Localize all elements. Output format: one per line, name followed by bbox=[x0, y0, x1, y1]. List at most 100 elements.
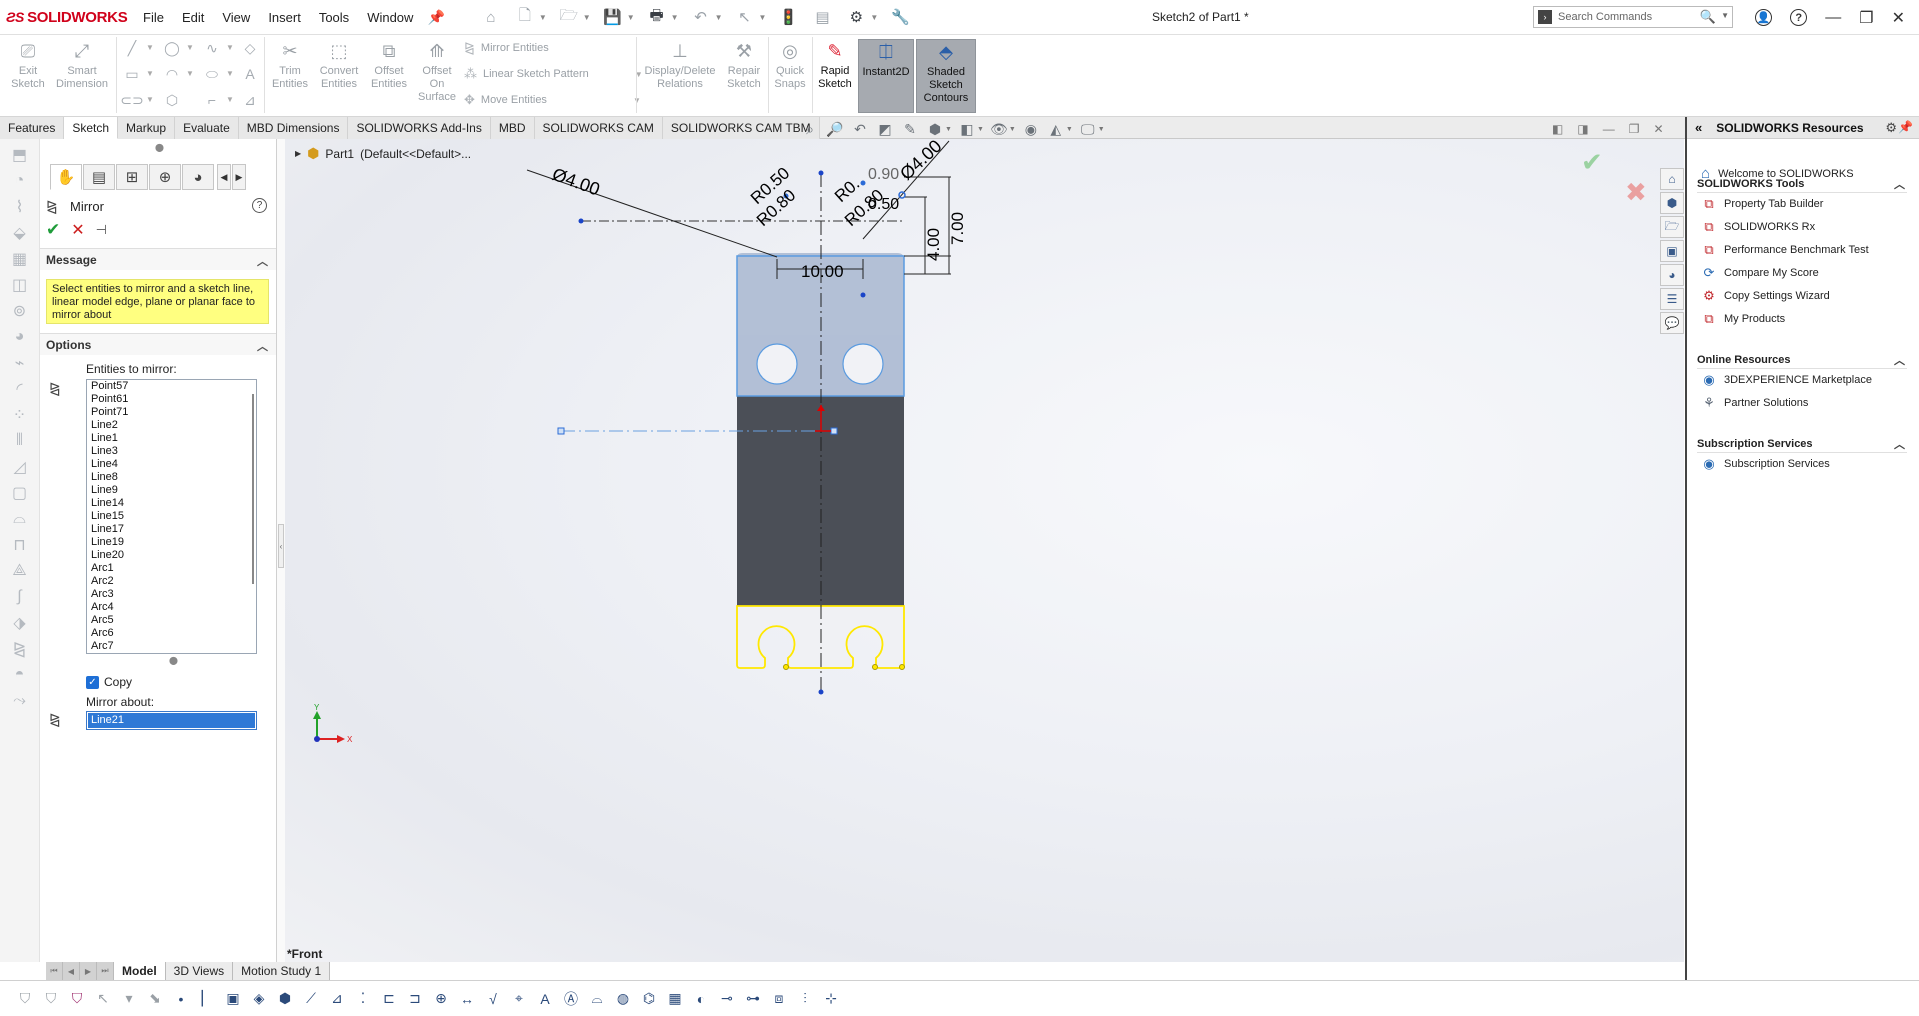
mirror-about-field[interactable]: Line21 bbox=[86, 711, 257, 730]
wrap-icon[interactable]: ⌓ bbox=[10, 509, 30, 529]
loft-icon[interactable]: ⬙ bbox=[10, 223, 30, 243]
menu-view[interactable]: View bbox=[222, 10, 250, 25]
tp-item-performance-benchmark-test[interactable]: ⧉ Performance Benchmark Test bbox=[1701, 242, 1868, 258]
filter-connection-points-icon[interactable]: ⊸ bbox=[716, 988, 738, 1010]
viewport-restore-icon[interactable]: ❐ bbox=[1629, 122, 1640, 136]
zoom-to-fit-icon[interactable]: ⌕ bbox=[800, 120, 820, 138]
list-scrollbar[interactable] bbox=[247, 382, 255, 651]
viewport-minimize-icon[interactable]: — bbox=[1603, 122, 1615, 136]
arc-icon[interactable]: ◠ bbox=[162, 65, 182, 83]
filter-sketch-segments-icon[interactable]: ⊏ bbox=[378, 988, 400, 1010]
polygon-icon[interactable]: ⬡ bbox=[162, 91, 182, 109]
circle-icon[interactable]: ◯ bbox=[162, 39, 182, 57]
tab-mbd-dimensions[interactable]: MBD Dimensions bbox=[238, 117, 349, 139]
print-icon[interactable]: 🖶 bbox=[645, 6, 669, 28]
tab-features[interactable]: Features bbox=[0, 117, 65, 139]
tp-item-compare-my-score[interactable]: ⟳ Compare My Score bbox=[1701, 265, 1819, 281]
group-header-online-resources[interactable]: Online Resources ︿ bbox=[1697, 351, 1907, 369]
filter-faces-icon[interactable]: ▣ bbox=[222, 988, 244, 1010]
filter-midpoints-icon[interactable]: ⊐ bbox=[404, 988, 426, 1010]
rectangle-caret-icon[interactable]: ▼ bbox=[146, 69, 154, 78]
menu-file[interactable]: File bbox=[143, 10, 164, 25]
slot-icon[interactable]: ⊂⊃ bbox=[120, 91, 143, 109]
feature-manager-tab-icon[interactable]: ▤ bbox=[83, 164, 115, 190]
list-item[interactable]: Line2 bbox=[87, 419, 256, 432]
group-header-subscription-services[interactable]: Subscription Services ︿ bbox=[1697, 435, 1907, 453]
collapse-chevron-icon[interactable]: ︿ bbox=[1894, 176, 1905, 192]
options-gear-icon[interactable]: ⚙ bbox=[844, 6, 868, 28]
rebuild-icon[interactable]: 🚦 bbox=[776, 6, 800, 28]
filter-axes-icon[interactable]: ⟋ bbox=[300, 988, 322, 1010]
save-icon[interactable]: 💾 bbox=[601, 6, 625, 28]
list-item[interactable]: Line3 bbox=[87, 445, 256, 458]
search-caret-icon[interactable]: ▼ bbox=[1721, 11, 1729, 20]
section-view-icon[interactable]: ◩ bbox=[875, 120, 895, 138]
open-caret-icon[interactable]: ▼ bbox=[583, 13, 591, 22]
message-section-header[interactable]: Message ︿ bbox=[40, 248, 276, 270]
filter-toggle-icon[interactable]: ⊹ bbox=[820, 988, 842, 1010]
shaded-sketch-contours-button[interactable]: ⬘ Shaded Sketch Contours bbox=[916, 39, 976, 113]
tab-view-palette-icon[interactable]: ▣ bbox=[1660, 240, 1684, 262]
tab-design-library-icon[interactable]: ⬢ bbox=[1660, 192, 1684, 214]
dimension-dia-left[interactable]: Ø4.00 bbox=[550, 164, 603, 200]
tab-appearances-icon[interactable]: ◕ bbox=[1660, 264, 1684, 286]
options-caret-icon[interactable]: ▼ bbox=[870, 13, 878, 22]
graphics-area[interactable]: ▶ ⬢ Part1 (Default<<Default>... ✔ ✖ Ø4.0… bbox=[285, 139, 1684, 962]
tab-mbd[interactable]: MBD bbox=[490, 117, 535, 139]
rib-icon[interactable]: ⫴ bbox=[10, 431, 30, 451]
extrude-boss-icon[interactable]: ⬒ bbox=[10, 145, 30, 165]
undo-icon[interactable]: ↶ bbox=[689, 6, 713, 28]
intersect-icon[interactable]: ⊓ bbox=[10, 535, 30, 555]
select-ribbon-icon[interactable]: ⬊ bbox=[144, 988, 166, 1010]
exit-sketch-button[interactable]: ⎚ Exit Sketch bbox=[8, 39, 48, 113]
repair-sketch-button[interactable]: ⚒ Repair Sketch bbox=[722, 39, 766, 113]
hole-wizard-icon[interactable]: ⊚ bbox=[10, 301, 30, 321]
tp-item-copy-settings-wizard[interactable]: ⚙ Copy Settings Wizard bbox=[1701, 288, 1830, 304]
filter-cosmetic-threads-icon[interactable]: ⌬ bbox=[638, 988, 660, 1010]
view-orientation-caret-icon[interactable]: ▼ bbox=[945, 126, 952, 133]
list-item[interactable]: Line4 bbox=[87, 458, 256, 471]
list-item[interactable]: Arc7 bbox=[87, 640, 256, 653]
prev-tab-icon[interactable]: ◀ bbox=[63, 962, 80, 980]
search-icon[interactable]: 🔍 bbox=[1700, 9, 1716, 25]
list-item[interactable]: Point61 bbox=[87, 393, 256, 406]
move-entities-button[interactable]: ✥ Move Entities ▼ bbox=[464, 91, 641, 109]
collapse-pane-icon[interactable]: « bbox=[1695, 120, 1702, 135]
spline-icon[interactable]: ∿ bbox=[202, 39, 222, 57]
dimension-050[interactable]: 0.50 bbox=[868, 196, 899, 213]
text-icon[interactable]: A bbox=[240, 65, 260, 83]
next-tab-icon[interactable]: ▶ bbox=[80, 962, 97, 980]
hide-show-caret-icon[interactable]: ▼ bbox=[1009, 126, 1016, 133]
cancel-button[interactable]: ✕ bbox=[71, 220, 84, 240]
display-delete-relations-button[interactable]: ⊥ Display/Delete Relations bbox=[640, 39, 720, 113]
shell-icon[interactable]: ▢ bbox=[10, 483, 30, 503]
filter-routing-points-icon[interactable]: ⊶ bbox=[742, 988, 764, 1010]
configuration-manager-tab-icon[interactable]: ⊞ bbox=[116, 164, 148, 190]
curves-icon[interactable]: ∫ bbox=[10, 587, 30, 607]
zoom-to-area-icon[interactable]: 🔎 bbox=[825, 120, 845, 138]
filter-dimensions-icon[interactable]: ↔ bbox=[456, 988, 478, 1010]
view-orientation-icon[interactable]: ⬢ bbox=[925, 120, 945, 138]
reference-geometry-icon[interactable]: ⟁ bbox=[10, 561, 30, 581]
task-pane-gear-icon[interactable]: ⚙ bbox=[1885, 120, 1897, 136]
tab-solidworks-cam-tbm[interactable]: SOLIDWORKS CAM TBM bbox=[662, 117, 820, 139]
ellipse-caret-icon[interactable]: ▼ bbox=[226, 69, 234, 78]
options-section-header[interactable]: Options ︿ bbox=[40, 333, 276, 355]
tp-item-3dexperience-marketplace[interactable]: ◉ 3DEXPERIENCE Marketplace bbox=[1701, 372, 1872, 388]
display-style-icon[interactable]: ◧ bbox=[957, 120, 977, 138]
quick-snaps-button[interactable]: ◎ Quick Snaps bbox=[772, 39, 808, 113]
list-resize-grip-icon[interactable]: ⬤ bbox=[169, 656, 178, 665]
filter-center-marks-icon[interactable]: ⊕ bbox=[430, 988, 452, 1010]
help-icon[interactable]: ? bbox=[1790, 9, 1808, 26]
offset-on-surface-button[interactable]: ⟰ Offset On Surface bbox=[414, 39, 460, 113]
ellipse-icon[interactable]: ⬭ bbox=[202, 65, 222, 83]
new-document-icon[interactable]: 🗋 bbox=[513, 6, 537, 28]
list-item[interactable]: Arc1 bbox=[87, 562, 256, 575]
restore-icon[interactable]: ❐ bbox=[1859, 8, 1873, 28]
tp-item-subscription-services[interactable]: ◉ Subscription Services bbox=[1701, 456, 1829, 472]
customize-icon[interactable]: 🔧 bbox=[888, 6, 912, 28]
list-item[interactable]: Point57 bbox=[87, 380, 256, 393]
filter-geometric-tolerances-icon[interactable]: ⌖ bbox=[508, 988, 530, 1010]
dimxpert-manager-tab-icon[interactable]: ⊕ bbox=[149, 164, 181, 190]
dimension-090[interactable]: 0.90 bbox=[868, 166, 899, 183]
